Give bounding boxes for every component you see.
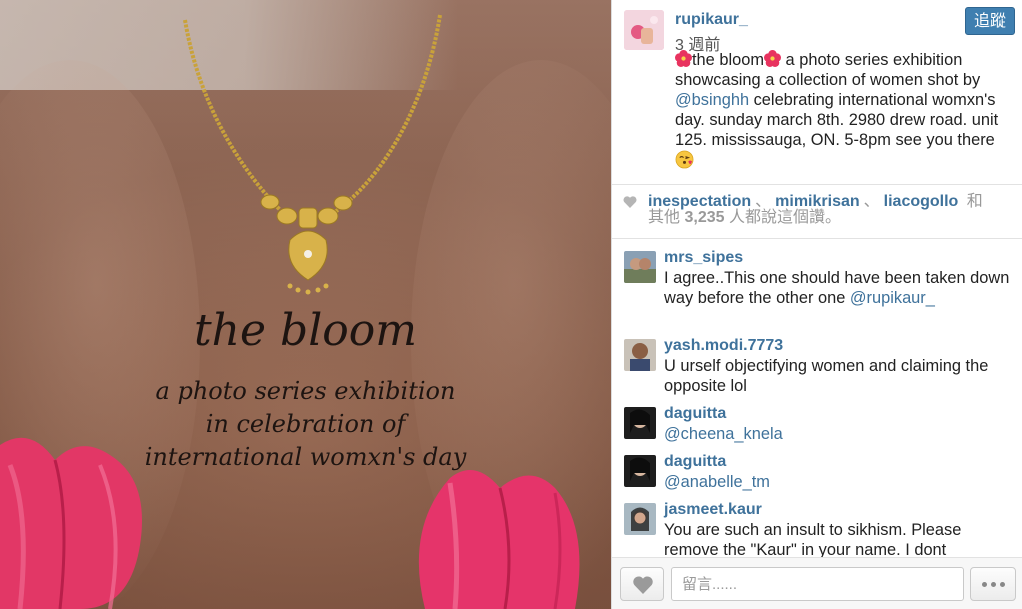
likes-summary: inespectation、 mimikrisan、 liacogollo 和 其他… [612, 185, 1022, 237]
commenter-avatar[interactable] [624, 407, 656, 439]
comment-text: U urself objectifying women and claiming… [664, 357, 989, 395]
tulip-right-graphic [418, 470, 580, 609]
photo-title-text: the bloom [194, 305, 417, 356]
commenter-username-link[interactable]: daguitta [664, 453, 726, 471]
more-dots-icon [980, 574, 1007, 591]
hibiscus-emoji-icon [675, 50, 692, 67]
comment-text: @cheena_knela [664, 424, 1014, 444]
post-caption: the bloom a photo series exhibition show… [675, 50, 1015, 170]
comments-list[interactable]: mrs_sipes I agree..This one should have … [612, 239, 1022, 557]
liker-link[interactable]: inespectation [648, 193, 751, 210]
likes-and-label: 和 [966, 193, 983, 210]
comment-input[interactable] [671, 567, 964, 601]
commenter-username-link[interactable]: daguitta [664, 405, 726, 423]
more-options-button[interactable] [970, 567, 1016, 601]
commenter-username-link[interactable]: mrs_sipes [664, 249, 743, 267]
post-photo: the bloom a photo series exhibition in c… [0, 0, 611, 609]
likes-count[interactable]: 3,235 [684, 209, 724, 226]
comment-body: I agree..This one should have been taken… [664, 269, 1010, 307]
author-avatar[interactable] [624, 10, 664, 50]
likes-suffix: 人都說這個讚。 [728, 209, 841, 226]
likes-separator: 、 [863, 193, 880, 210]
comment-text: @anabelle_tm [664, 472, 1014, 492]
caption-text-1: the bloom [692, 51, 764, 69]
hibiscus-emoji-icon [763, 50, 781, 67]
commenter-avatar[interactable] [624, 503, 656, 535]
likes-others-line: 其他 3,235 人都說這個讚。 [648, 209, 841, 227]
caption-mention-link[interactable]: @bsinghh [675, 91, 749, 109]
heart-icon [623, 196, 637, 208]
follow-button[interactable]: 追蹤 [965, 7, 1015, 35]
comment-mention-link[interactable]: @anabelle_tm [664, 473, 770, 491]
comment-text: You are such an insult to sikhism. Pleas… [664, 521, 962, 557]
comment-text: I agree..This one should have been taken… [664, 268, 1014, 308]
photo-subtitle-line-3: international womxn's day [144, 443, 467, 471]
commenter-avatar[interactable] [624, 339, 656, 371]
photo-subtitle-line-2: in celebration of [205, 410, 406, 438]
post-sidebar: rupikaur_ 3 週前 追蹤 the bloom a photo seri… [611, 0, 1022, 609]
like-button[interactable] [620, 567, 664, 601]
comment-footer [612, 557, 1022, 609]
likes-separator: 、 [755, 193, 772, 210]
photo-subtitle-line-1: a photo series exhibition [155, 377, 456, 405]
commenter-username-link[interactable]: jasmeet.kaur [664, 501, 762, 519]
comment-mention-link[interactable]: @cheena_knela [664, 425, 783, 443]
heart-icon [633, 576, 653, 594]
comment-mention-link[interactable]: @rupikaur_ [850, 289, 935, 307]
author-username-link[interactable]: rupikaur_ [675, 11, 748, 29]
likes-others-prefix: 其他 [648, 209, 681, 226]
post-header: rupikaur_ 3 週前 追蹤 the bloom a photo seri… [612, 0, 1022, 185]
commenter-avatar[interactable] [624, 251, 656, 283]
liker-link[interactable]: liacogollo [884, 193, 959, 210]
kiss-emoji-icon [675, 150, 694, 169]
commenter-avatar[interactable] [624, 455, 656, 487]
liker-link[interactable]: mimikrisan [775, 193, 859, 210]
commenter-username-link[interactable]: yash.modi.7773 [664, 337, 783, 355]
